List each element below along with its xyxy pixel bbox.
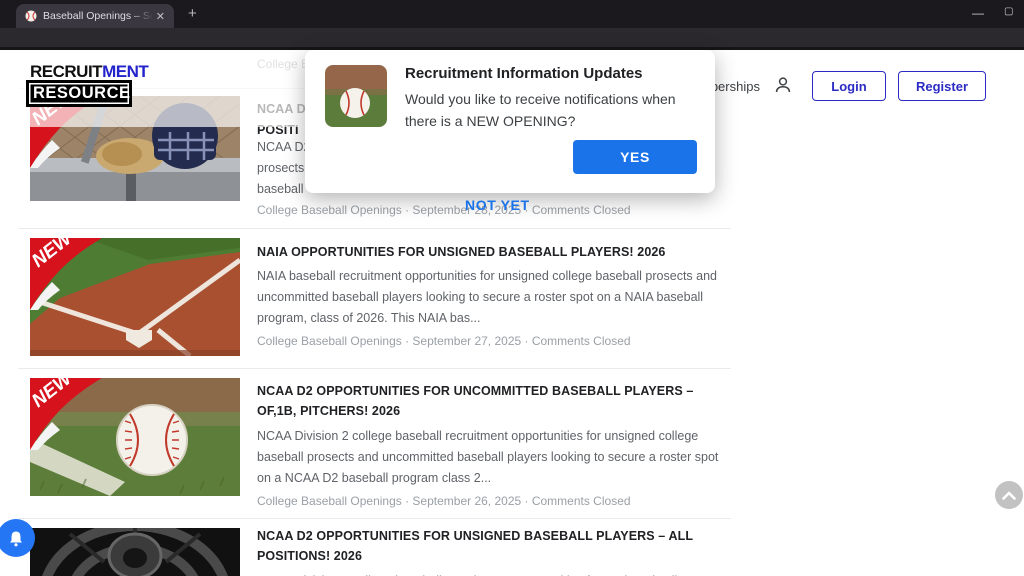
article-thumbnail-baseball[interactable]: NEW (30, 378, 240, 496)
dialog-title: Recruitment Information Updates (405, 65, 643, 82)
article-meta: College Baseball Openings · September 27… (257, 334, 719, 348)
article-desc: NCAA Division 2 college baseball recruit… (257, 426, 719, 489)
scroll-to-top-button[interactable] (995, 481, 1023, 509)
browser-tab[interactable]: Baseball Openings – See Colleg ✕ (16, 4, 174, 28)
logo-resource: RESOURCE (28, 82, 130, 105)
tab-strip: Baseball Openings – See Colleg ✕ + — ▢ (0, 0, 1024, 28)
login-button[interactable]: Login (812, 71, 886, 101)
logo-recruitment: RECRUITMENT (28, 62, 150, 82)
site-logo[interactable]: RECRUITMENT RESOURCE (28, 62, 150, 105)
not-yet-button[interactable]: NOT YET (465, 197, 530, 213)
article-desc: NAIA baseball recruitment opportunities … (257, 266, 719, 329)
article-desc-fragment: baseball (257, 179, 304, 200)
article-meta: College Baseball Openings · September 28… (257, 203, 631, 217)
catchers-mitt-photo (30, 528, 240, 576)
new-ribbon-badge: NEW (30, 238, 102, 310)
baseball-favicon-icon (25, 10, 37, 22)
article-title[interactable]: NCAA D2 OPPORTUNITIES FOR UNCOMMITTED BA… (257, 381, 719, 421)
dialog-body: Would you like to receive notifications … (405, 88, 705, 132)
minimize-icon[interactable]: — (972, 6, 984, 20)
article-thumbnail-diamond[interactable]: NEW (30, 238, 240, 356)
new-ribbon-badge: NEW (30, 378, 102, 450)
maximize-icon[interactable]: ▢ (1004, 6, 1013, 17)
chevron-up-icon (1002, 491, 1016, 500)
article-separator (18, 368, 731, 369)
article-separator (18, 228, 731, 229)
dialog-thumbnail (325, 65, 387, 127)
article-title[interactable]: NCAA D2 OPPORTUNITIES FOR UNSIGNED BASEB… (257, 526, 719, 566)
notification-permission-dialog: Recruitment Information Updates Would yo… (305, 50, 715, 193)
article-thumbnail-mitt[interactable] (30, 528, 240, 576)
bell-icon (8, 530, 24, 547)
browser-window: Baseball Openings – See Colleg ✕ + — ▢ →… (0, 0, 1024, 576)
browser-toolbar: → ⟳ collegebaseballopenings.com/baseball… (0, 28, 1024, 47)
new-tab-icon[interactable]: + (188, 7, 197, 21)
article-title[interactable]: NAIA OPPORTUNITIES FOR UNSIGNED BASEBALL… (257, 242, 719, 262)
article-desc: NCAA Division 2 college baseball recruit… (257, 571, 719, 576)
user-icon[interactable] (774, 76, 792, 94)
tab-close-icon[interactable]: ✕ (153, 10, 168, 23)
register-button[interactable]: Register (898, 71, 986, 101)
tab-title: Baseball Openings – See Colleg (43, 10, 153, 22)
article-desc-fragment: NCAA D2 (257, 137, 311, 158)
article-desc-fragment: prosects (257, 158, 304, 179)
yes-button[interactable]: YES (573, 140, 697, 174)
article-meta: College Baseball Openings · September 26… (257, 494, 719, 508)
article-separator (18, 518, 731, 519)
